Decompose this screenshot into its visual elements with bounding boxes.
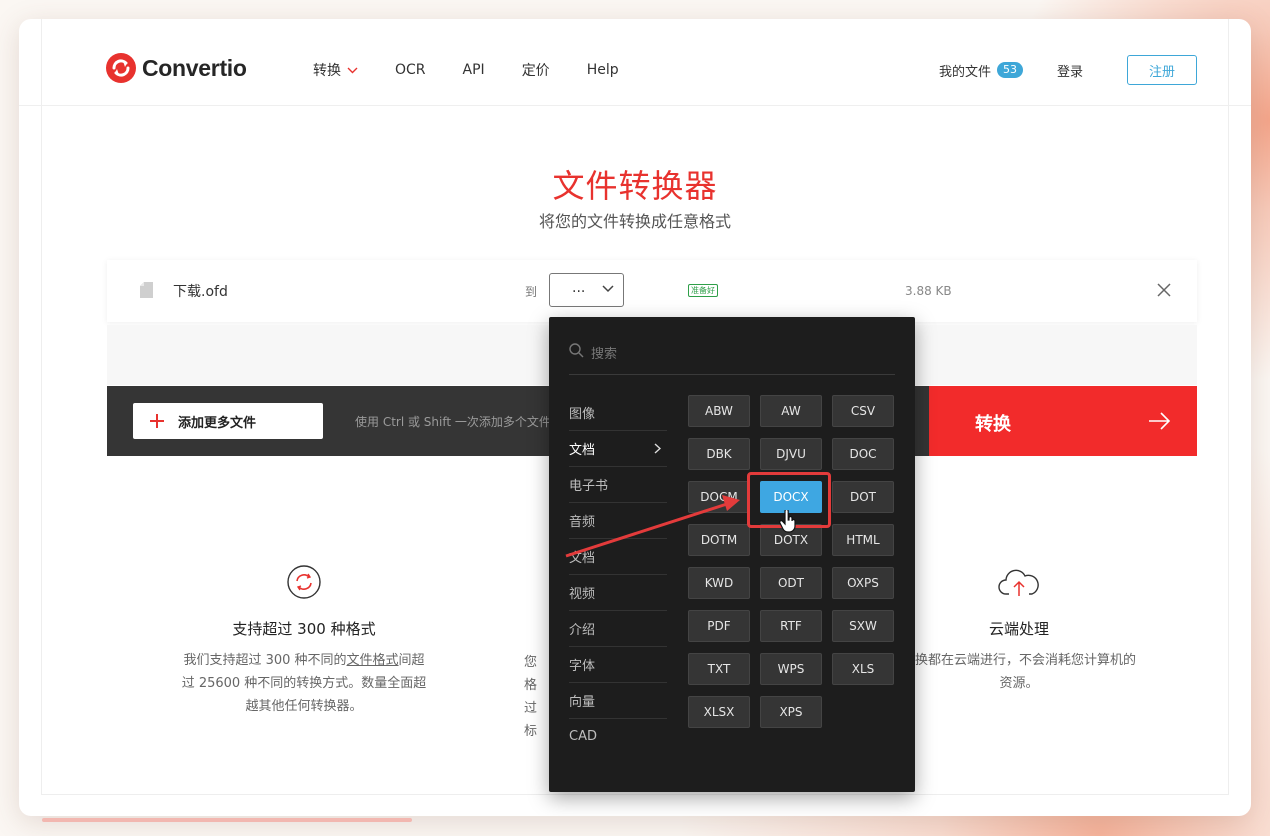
feature-cloud-title: 云端处理: [988, 620, 1049, 638]
format-option-csv[interactable]: CSV: [832, 395, 894, 427]
status-badge: 准备好: [688, 284, 718, 297]
add-more-files-button[interactable]: 添加更多文件: [133, 403, 323, 439]
convert-button[interactable]: 转换: [929, 386, 1197, 456]
close-icon[interactable]: [1156, 282, 1172, 298]
format-grid: ABW AW CSV DBK DJVU DOC DOCM DOCX DOT DOTM DOTX HTM…: [688, 395, 898, 728]
category-label: 视频: [569, 587, 596, 602]
category-label: 文档: [569, 551, 596, 566]
category-label: 图像: [569, 407, 596, 422]
feature-formats-title: 支持超过 300 种格式: [232, 620, 376, 638]
site-header: Convertio 转换 OCR API 定价 Help 我的文件 53 登录 …: [19, 19, 1251, 106]
format-option-aw[interactable]: AW: [760, 395, 822, 427]
output-format-select[interactable]: ...: [549, 273, 624, 307]
refresh-circle-icon: [287, 565, 321, 599]
feature-cloud: 云端处理 转换都在云端进行，不会消耗您计算机的资源。: [899, 564, 1139, 695]
logo-text: Convertio: [142, 54, 247, 81]
to-label: 到: [525, 285, 538, 299]
nav-ocr[interactable]: OCR: [395, 60, 426, 80]
feature-formats-desc: 我们支持超过 300 种不同的文件格式间超过 25600 种不同的转换方式。数量…: [179, 649, 429, 718]
format-option-xps[interactable]: XPS: [760, 696, 822, 728]
format-option-sxw[interactable]: SXW: [832, 610, 894, 642]
nav-convert[interactable]: 转换: [313, 60, 358, 80]
nav-help[interactable]: Help: [587, 60, 619, 80]
file-row: 下载.ofd 到 ... 准备好 3.88 KB: [107, 260, 1197, 322]
category-item[interactable]: 图像: [569, 395, 667, 431]
category-label: CAD: [569, 729, 597, 744]
feature-cloud-desc: 转换都在云端进行，不会消耗您计算机的资源。: [901, 653, 1136, 691]
format-option-xls[interactable]: XLS: [832, 653, 894, 685]
category-item[interactable]: 介绍: [569, 611, 667, 647]
category-label: 文档: [569, 443, 596, 458]
format-option-djvu[interactable]: DJVU: [760, 438, 822, 470]
login-link[interactable]: 登录: [1057, 61, 1083, 80]
plus-icon: [150, 414, 164, 428]
category-item[interactable]: 字体: [569, 647, 667, 683]
format-category-list: 图像 文档 电子书 音频 文档 视频 介绍 字体 向量 CAD: [569, 395, 667, 754]
page-subtitle: 将您的文件转换成任意格式: [538, 212, 731, 231]
format-option-dot[interactable]: DOT: [832, 481, 894, 513]
format-search-input[interactable]: 搜索: [569, 339, 895, 375]
file-size: 3.88 KB: [905, 284, 952, 298]
category-item[interactable]: 音频: [569, 503, 667, 539]
cloud-upload-icon: [998, 569, 1039, 596]
convert-label: 转换: [975, 414, 1011, 435]
main-nav: 转换 OCR API 定价 Help: [313, 60, 656, 80]
category-item[interactable]: 视频: [569, 575, 667, 611]
my-files-label: 我的文件: [938, 64, 991, 80]
chevron-right-icon: [654, 443, 661, 454]
format-option-doc[interactable]: DOC: [832, 438, 894, 470]
category-item[interactable]: 向量: [569, 683, 667, 719]
page-title: 文件转换器: [552, 167, 718, 205]
feature-formats-desc-prefix: 我们支持超过 300 种不同的: [183, 653, 347, 668]
category-item[interactable]: 文档: [569, 539, 667, 575]
format-option-abw[interactable]: ABW: [688, 395, 750, 427]
feature-formats: 支持超过 300 种格式 我们支持超过 300 种不同的文件格式间超过 2560…: [179, 564, 429, 718]
category-label: 介绍: [569, 623, 596, 638]
chevron-down-icon: [602, 285, 614, 293]
logo[interactable]: Convertio: [106, 53, 247, 83]
format-option-oxps[interactable]: OXPS: [832, 567, 894, 599]
nav-convert-label: 转换: [313, 63, 341, 79]
multi-select-hint: 使用 Ctrl 或 Shift 一次添加多个文件: [355, 415, 551, 429]
account-nav: 我的文件 53 登录 注册: [939, 55, 1251, 85]
register-button[interactable]: 注册: [1127, 55, 1197, 85]
nav-api[interactable]: API: [463, 60, 485, 80]
format-option-kwd[interactable]: KWD: [688, 567, 750, 599]
category-item-active[interactable]: 文档: [569, 431, 667, 467]
format-option-xlsx[interactable]: XLSX: [688, 696, 750, 728]
category-label: 电子书: [569, 479, 609, 494]
search-placeholder: 搜索: [591, 347, 618, 362]
format-option-odt[interactable]: ODT: [760, 567, 822, 599]
horizontal-scrollbar[interactable]: [42, 818, 412, 822]
my-files-link[interactable]: 我的文件 53: [939, 61, 1023, 80]
category-label: 字体: [569, 659, 596, 674]
format-option-pdf[interactable]: PDF: [688, 610, 750, 642]
format-option-docm[interactable]: DOCM: [688, 481, 750, 513]
nav-pricing[interactable]: 定价: [522, 60, 550, 80]
file-icon: [140, 282, 153, 298]
category-item[interactable]: 电子书: [569, 467, 667, 503]
file-name: 下载.ofd: [173, 284, 228, 300]
format-dropdown: 搜索 图像 文档 电子书 音频 文档 视频 介绍 字体 向量 CAD ABW AW…: [549, 317, 915, 792]
format-option-rtf[interactable]: RTF: [760, 610, 822, 642]
file-formats-link[interactable]: 文件格式: [347, 653, 399, 668]
format-option-txt[interactable]: TXT: [688, 653, 750, 685]
format-option-dbk[interactable]: DBK: [688, 438, 750, 470]
search-icon: [569, 343, 584, 358]
category-label: 向量: [569, 695, 596, 710]
convertio-logo-icon: [106, 53, 136, 83]
browser-window: Convertio 转换 OCR API 定价 Help 我的文件 53 登录 …: [19, 19, 1251, 816]
arrow-right-icon: [1149, 412, 1171, 430]
chevron-down-icon: [347, 67, 358, 73]
format-option-dotm[interactable]: DOTM: [688, 524, 750, 556]
hand-cursor-icon: [779, 510, 796, 533]
category-item[interactable]: CAD: [569, 719, 667, 754]
my-files-count-badge: 53: [996, 62, 1023, 78]
format-option-html[interactable]: HTML: [832, 524, 894, 556]
add-more-files-label: 添加更多文件: [178, 415, 257, 431]
format-option-wps[interactable]: WPS: [760, 653, 822, 685]
category-label: 音频: [569, 515, 596, 530]
output-format-value: ...: [572, 280, 586, 296]
